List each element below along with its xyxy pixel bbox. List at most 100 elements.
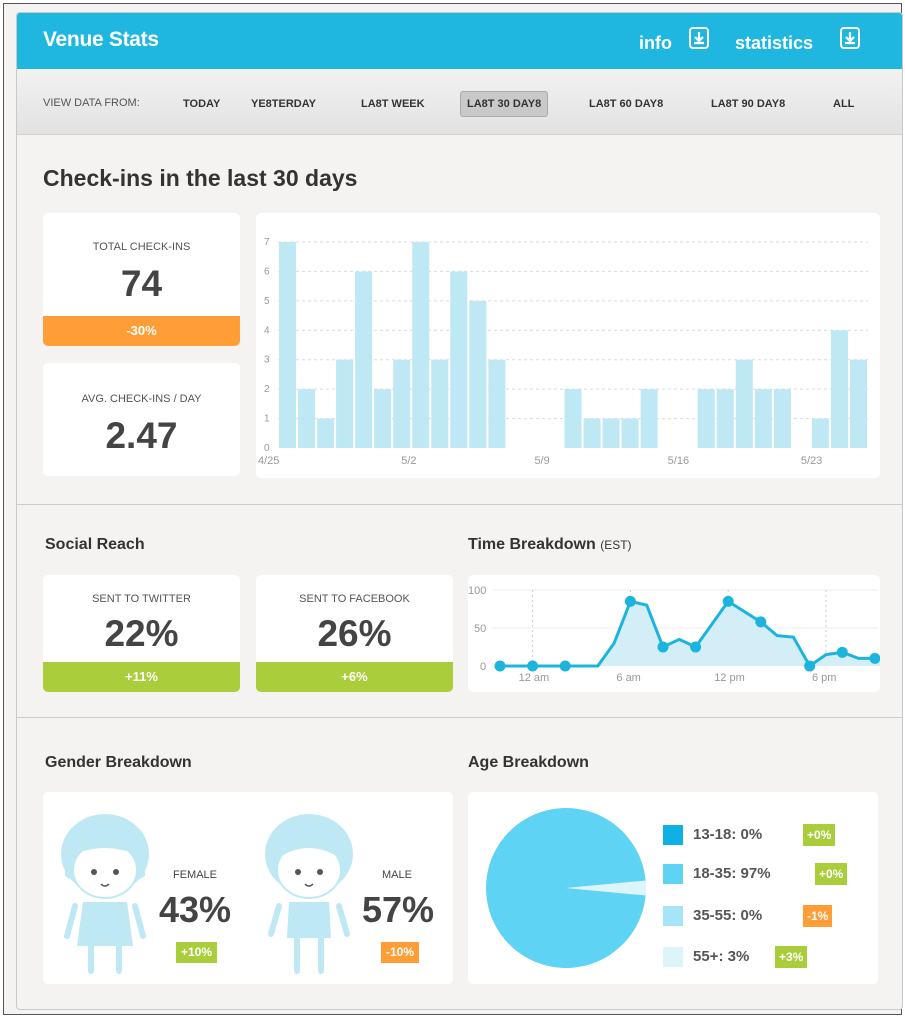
venue-stats-window: Venue Stats info statistics VIEW DATA FR… bbox=[16, 12, 903, 1010]
y-tick-label: 4 bbox=[264, 325, 270, 336]
data-point bbox=[624, 595, 636, 607]
bar bbox=[488, 359, 506, 448]
bar bbox=[602, 418, 620, 448]
time-chart-card: 0 50 100 12 am 6 am 12 pm 6 pm bbox=[468, 575, 880, 692]
filter-last-60-days[interactable]: LA8T 60 DAY8 bbox=[583, 91, 669, 117]
bar bbox=[621, 418, 639, 448]
total-checkins-value: 74 bbox=[120, 263, 163, 304]
age-breakdown-heading: Age Breakdown bbox=[468, 754, 589, 771]
male-value: 57% bbox=[361, 889, 435, 930]
bar bbox=[355, 271, 373, 448]
x-tick-label: 12 am bbox=[519, 672, 550, 684]
filter-last-30-days[interactable]: LA8T 30 DAY8 bbox=[460, 91, 549, 117]
total-checkins-card: TOTAL CHECK-INS 74 -30% bbox=[43, 213, 240, 346]
bar bbox=[469, 300, 487, 448]
bar bbox=[564, 389, 582, 448]
age-pie-chart bbox=[486, 808, 646, 968]
x-tick-label: 6 am bbox=[616, 672, 640, 684]
checkins-chart-card: 0 1 2 3 4 5 6 7 4/25 5/2 5/9 5/16 5/23 bbox=[256, 213, 880, 478]
bar bbox=[431, 359, 449, 448]
bar bbox=[716, 389, 734, 448]
legend-label: 35-55: 0% bbox=[693, 907, 763, 924]
bar bbox=[735, 359, 753, 448]
facebook-label: SENT TO FACEBOOK bbox=[299, 593, 410, 605]
social-reach-heading: Social Reach bbox=[45, 536, 145, 553]
legend-swatch-13-18 bbox=[663, 825, 683, 845]
twitter-value: 22% bbox=[104, 613, 179, 654]
date-filter-bar: VIEW DATA FROM: TODAY YE8TERDAY LA8T WEE… bbox=[17, 69, 902, 135]
filter-label: VIEW DATA FROM: bbox=[43, 97, 140, 109]
legend-change-badge: -1% bbox=[803, 905, 833, 927]
legend-change-badge: +0% bbox=[815, 863, 848, 885]
data-point bbox=[869, 652, 880, 664]
female-value: 43% bbox=[158, 889, 232, 930]
bar bbox=[412, 242, 430, 448]
filter-today[interactable]: TODAY bbox=[177, 91, 226, 117]
legend-label: 18-35: 97% bbox=[693, 865, 771, 882]
filter-last-90-days[interactable]: LA8T 90 DAY8 bbox=[705, 91, 791, 117]
info-download-icon[interactable] bbox=[689, 27, 709, 49]
bar bbox=[298, 389, 316, 448]
data-point bbox=[527, 660, 539, 672]
legend-swatch-55-plus bbox=[663, 947, 683, 967]
x-tick-label: 4/25 bbox=[258, 455, 279, 467]
twitter-label: SENT TO TWITTER bbox=[92, 593, 191, 605]
filter-last-week[interactable]: LA8T WEEK bbox=[355, 91, 431, 117]
x-tick-label: 12 pm bbox=[714, 672, 745, 684]
data-point bbox=[657, 641, 669, 653]
bar bbox=[849, 359, 867, 448]
female-figure-icon bbox=[61, 814, 149, 974]
female-change-badge: +10% bbox=[176, 942, 218, 963]
bar bbox=[393, 359, 411, 448]
checkins-heading: Check-ins in the last 30 days bbox=[43, 165, 358, 191]
statistics-download-icon[interactable] bbox=[840, 27, 860, 49]
filter-yesterday[interactable]: YE8TERDAY bbox=[245, 91, 322, 117]
twitter-card: SENT TO TWITTER 22% +11% bbox=[43, 575, 240, 692]
total-checkins-change: -30% bbox=[43, 316, 240, 346]
male-figure-icon bbox=[265, 814, 353, 974]
section-divider bbox=[17, 717, 902, 718]
legend-label: 13-18: 0% bbox=[693, 826, 763, 843]
time-breakdown-title: Time Breakdown bbox=[468, 536, 596, 553]
bar bbox=[374, 389, 392, 448]
facebook-value: 26% bbox=[317, 613, 392, 654]
data-point bbox=[494, 660, 506, 672]
data-point bbox=[804, 660, 816, 672]
bar bbox=[754, 389, 772, 448]
statistics-link[interactable]: statistics bbox=[735, 33, 813, 54]
age-card: 13-18: 0% +0% 18-35: 97% +0% 35-55: 0% -… bbox=[468, 792, 878, 984]
total-checkins-label: TOTAL CHECK-INS bbox=[92, 241, 191, 253]
legend-swatch-18-35 bbox=[663, 864, 683, 884]
bar bbox=[640, 389, 658, 448]
x-tick-label: 5/2 bbox=[401, 455, 416, 467]
x-tick-label: 5/9 bbox=[534, 455, 549, 467]
timezone-label: (EST) bbox=[600, 538, 632, 552]
y-tick-label: 2 bbox=[264, 384, 270, 395]
data-point bbox=[559, 660, 571, 672]
x-tick-label: 5/23 bbox=[801, 455, 822, 467]
x-tick-label: 5/16 bbox=[668, 455, 689, 467]
y-tick-label: 6 bbox=[264, 266, 270, 277]
bar bbox=[279, 242, 297, 448]
y-tick-label: 1 bbox=[264, 414, 270, 425]
y-tick-label: 0 bbox=[480, 661, 486, 673]
male-label: MALE bbox=[382, 869, 412, 881]
bar bbox=[450, 271, 468, 448]
filter-all[interactable]: ALL bbox=[827, 91, 860, 117]
x-tick-label: 6 pm bbox=[812, 672, 836, 684]
header-bar: Venue Stats info statistics bbox=[17, 13, 902, 69]
gender-breakdown-heading: Gender Breakdown bbox=[45, 754, 192, 771]
info-link[interactable]: info bbox=[639, 33, 672, 54]
bar bbox=[773, 389, 791, 448]
screenshot-frame: Venue Stats info statistics VIEW DATA FR… bbox=[3, 3, 903, 1015]
bar bbox=[317, 418, 335, 448]
y-tick-label: 0 bbox=[264, 443, 270, 454]
data-point bbox=[836, 646, 848, 658]
bar bbox=[336, 359, 354, 448]
bar bbox=[583, 418, 601, 448]
avg-checkins-value: 2.47 bbox=[105, 415, 178, 456]
facebook-change: +6% bbox=[256, 662, 453, 692]
gender-card: FEMALE 43% +10% MALE 57% -10% bbox=[43, 792, 453, 984]
y-tick-label: 7 bbox=[264, 237, 270, 248]
data-point bbox=[690, 641, 702, 653]
